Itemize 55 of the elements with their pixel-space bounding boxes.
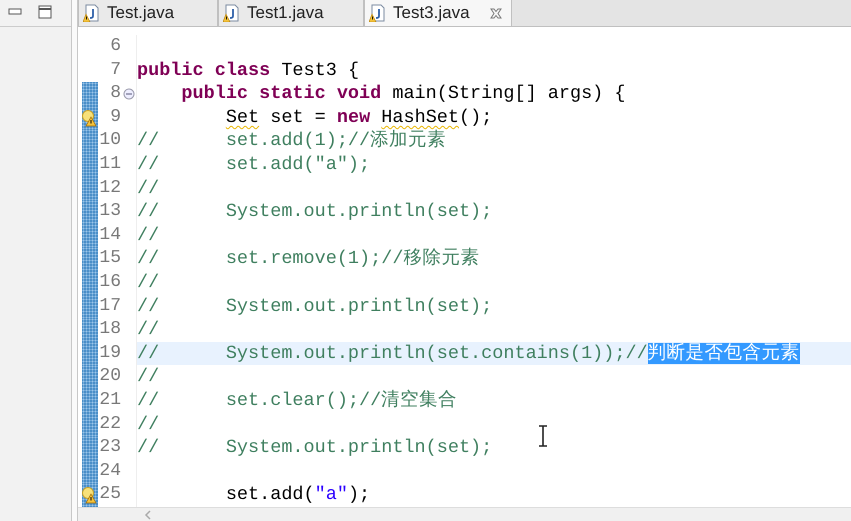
tab-label[interactable]: Test3.java xyxy=(393,0,470,26)
line-number: 14 xyxy=(98,224,121,247)
close-icon[interactable] xyxy=(489,6,503,20)
editor-tab[interactable]: Test1.java xyxy=(218,0,364,26)
line-number: 21 xyxy=(98,388,121,412)
line-number: 18 xyxy=(98,318,121,342)
tab-label[interactable]: Test1.java xyxy=(247,0,324,26)
line-number: 12 xyxy=(98,176,121,200)
code-line: // set.remove(1);//移除元素 xyxy=(137,247,480,271)
line-number: 17 xyxy=(98,294,121,318)
line-number: 10 xyxy=(98,129,121,152)
code-line: // xyxy=(137,224,160,248)
editor-tab[interactable]: Test.java xyxy=(78,0,218,26)
maximize-icon[interactable] xyxy=(38,5,52,19)
warning-bulb-icon[interactable] xyxy=(82,486,97,504)
code-line: // set.add("a"); xyxy=(137,152,370,177)
code-line: public static void main(String[] args) { xyxy=(180,82,626,106)
warning-bulb-icon[interactable] xyxy=(82,108,97,127)
line-number: 7 xyxy=(109,58,121,82)
minimize-icon[interactable] xyxy=(8,7,22,17)
code-line: // xyxy=(137,365,160,389)
line-number: 20 xyxy=(98,365,121,388)
code-line: // xyxy=(137,318,160,342)
code-line: // set.clear();//清空集合 xyxy=(137,388,458,412)
editor-tab[interactable]: Test3.java xyxy=(364,0,512,26)
code-line: public class Test3 { xyxy=(137,58,360,82)
code-line: // System.out.println(set); xyxy=(137,436,492,460)
line-number: 23 xyxy=(98,436,121,460)
code-line: // System.out.println(set.contains(1));//判断是否包含元素 xyxy=(137,342,800,366)
code-line: // set.add(1);//添加元素 xyxy=(137,129,446,153)
line-number: 25 xyxy=(98,483,121,506)
line-number: 22 xyxy=(98,412,121,436)
code-line: // System.out.println(set); xyxy=(137,294,492,318)
line-number: 16 xyxy=(98,270,121,294)
tab-label[interactable]: Test.java xyxy=(107,0,174,26)
java-file-warning-icon[interactable] xyxy=(223,4,239,22)
line-number: 8 xyxy=(109,82,121,106)
line-number: 6 xyxy=(109,35,121,58)
java-file-warning-icon[interactable] xyxy=(369,4,385,22)
java-file-warning-icon[interactable] xyxy=(83,4,99,22)
line-number: 11 xyxy=(98,152,121,176)
line-number: 15 xyxy=(98,247,121,270)
horizontal-scrollbar[interactable] xyxy=(78,507,851,521)
line-number: 13 xyxy=(98,200,121,224)
line-number: 19 xyxy=(98,342,121,365)
code-line: // xyxy=(137,412,160,436)
code-line: // xyxy=(137,176,160,200)
text-cursor-icon xyxy=(538,425,548,447)
code-line: // xyxy=(137,270,160,295)
line-number: 9 xyxy=(109,106,121,129)
collapse-icon[interactable] xyxy=(122,88,134,100)
line-number: 24 xyxy=(98,460,121,483)
code-line: Set set = new HashSet(); xyxy=(224,106,492,130)
code-line: // System.out.println(set); xyxy=(137,200,492,224)
code-line: set.add("a"); xyxy=(224,483,370,507)
